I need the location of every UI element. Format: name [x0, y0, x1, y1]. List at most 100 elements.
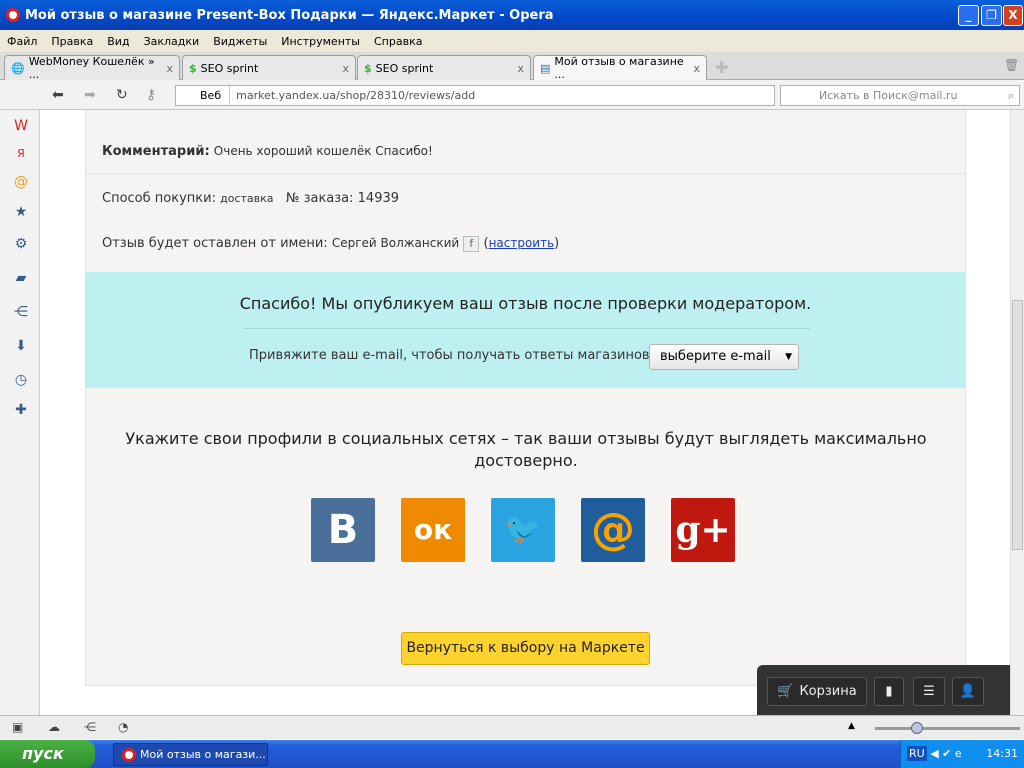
- purchase-method: доставка: [220, 192, 274, 205]
- odnoklassniki-button[interactable]: ок: [401, 498, 465, 562]
- bookmark-button[interactable]: ▮: [874, 677, 904, 706]
- menu-widgets[interactable]: Виджеты: [206, 35, 274, 48]
- close-tab-icon[interactable]: x: [342, 62, 349, 75]
- forward-icon[interactable]: ➡: [84, 87, 96, 103]
- tab-seo-sprint-1[interactable]: $ SEO sprint x: [182, 55, 356, 80]
- menu-bookmarks[interactable]: Закладки: [137, 35, 207, 48]
- menu-help[interactable]: Справка: [367, 35, 429, 48]
- social-prompt: Укажите свои профили в социальных сетях …: [125, 429, 927, 470]
- purchase-label: Способ покупки:: [102, 191, 216, 206]
- list-icon: ☰: [923, 684, 935, 699]
- close-tab-icon[interactable]: x: [693, 62, 700, 75]
- opera-icon: [6, 8, 20, 22]
- thanks-message: Спасибо! Мы опубликуем ваш отзыв после п…: [239, 294, 812, 313]
- language-indicator[interactable]: RU: [907, 746, 927, 761]
- share-icon[interactable]: ⋲: [13, 304, 29, 320]
- vk-icon: B: [327, 507, 359, 553]
- url-field[interactable]: Веб market.yandex.ua/shop/28310/reviews/a…: [175, 85, 775, 106]
- at-icon: @: [591, 504, 635, 555]
- star-icon[interactable]: ★: [13, 204, 29, 220]
- seosprint-icon: $: [364, 61, 372, 75]
- scope-label: Веб: [176, 86, 231, 105]
- google-plus-icon: g+: [675, 509, 731, 551]
- search-icon[interactable]: ⌕: [1008, 89, 1019, 103]
- window-title: Мой отзыв о магазине Present-Box Подарки…: [25, 7, 554, 23]
- settings-link[interactable]: настроить: [489, 236, 555, 250]
- comment-text: Очень хороший кошелёк Спасибо!: [213, 144, 433, 158]
- back-icon[interactable]: ⬅: [52, 87, 64, 103]
- page-icon: ▤: [540, 61, 551, 75]
- cart-icon: 🛒: [777, 684, 794, 699]
- reload-icon[interactable]: ↻: [116, 87, 128, 103]
- clock: 14:31: [986, 747, 1018, 760]
- email-prompt: Привяжите ваш e-mail, чтобы получать отв…: [249, 348, 650, 363]
- email-select[interactable]: выберите e-mail ▼: [649, 344, 799, 370]
- google-plus-button[interactable]: g+: [671, 498, 735, 562]
- search-input[interactable]: Искать в Поиск@mail.ru ⌕: [780, 85, 1020, 106]
- author-name: Сергей Волжанский: [331, 236, 460, 250]
- close-tab-icon[interactable]: x: [166, 62, 173, 75]
- title-bar: Мой отзыв о магазине Present-Box Подарки…: [0, 0, 1024, 30]
- seosprint-icon: $: [189, 61, 197, 75]
- tab-review[interactable]: ▤ Мой отзыв о магазине ... x: [533, 55, 707, 81]
- taskbar-opera-window[interactable]: Мой отзыв о магази...: [113, 743, 268, 766]
- globe-icon: 🌐: [11, 61, 25, 75]
- speed-dial-icon[interactable]: ◔: [118, 720, 128, 734]
- yandex-icon[interactable]: Я: [13, 146, 29, 162]
- gear-icon[interactable]: ⚙: [13, 236, 29, 252]
- menu-tools[interactable]: Инструменты: [274, 35, 367, 48]
- new-tab-button[interactable]: ✚: [715, 58, 728, 77]
- scrollbar-thumb[interactable]: [1012, 300, 1023, 550]
- twitter-icon: 🐦: [504, 512, 542, 547]
- tab-bar: 🌐 WebMoney Кошелёк » ... x $ SEO sprint x $ S…: [0, 52, 1024, 81]
- chevron-down-icon: ▼: [785, 352, 792, 362]
- download-icon[interactable]: ⬇: [13, 338, 29, 354]
- unite-icon[interactable]: ⋲: [84, 720, 96, 734]
- webmoney-icon[interactable]: W: [13, 118, 29, 134]
- panel-toggle-icon[interactable]: ▣: [12, 720, 23, 734]
- menu-edit[interactable]: Правка: [44, 35, 100, 48]
- taskbar: пуск Мой отзыв о магази... RU ◀ ✔ e 14:3…: [0, 740, 1024, 768]
- comment-label: Комментарий:: [102, 144, 210, 159]
- history-icon[interactable]: ◷: [13, 372, 29, 388]
- vk-button[interactable]: B: [311, 498, 375, 562]
- menu-file[interactable]: Файл: [0, 35, 44, 48]
- market-toolbar: 🛒 Корзина ▮ ☰ 👤: [757, 665, 1010, 717]
- menu-view[interactable]: Вид: [100, 35, 136, 48]
- zoom-slider-handle[interactable]: [911, 722, 923, 734]
- bookmark-icon: ▮: [885, 684, 893, 699]
- twitter-button[interactable]: 🐦: [491, 498, 555, 562]
- cloud-icon[interactable]: ☁: [48, 720, 60, 734]
- order-number: № заказа: 14939: [285, 191, 400, 206]
- close-button[interactable]: X: [1003, 5, 1023, 26]
- zoom-up-icon[interactable]: ▲: [848, 721, 855, 731]
- mail-ru-button[interactable]: @: [581, 498, 645, 562]
- back-to-market-button[interactable]: Вернуться к выбору на Маркете: [401, 632, 650, 665]
- start-button[interactable]: пуск: [0, 740, 95, 768]
- note-icon[interactable]: ▰: [13, 270, 29, 286]
- author-label: Отзыв будет оставлен от имени:: [102, 236, 328, 251]
- side-panel: W Я @ ★ ⚙ ▰ ⋲ ⬇ ◷ ✚: [0, 110, 40, 715]
- scrollbar[interactable]: [1010, 110, 1024, 715]
- list-button[interactable]: ☰: [913, 677, 945, 706]
- maximize-button[interactable]: ❐: [981, 5, 1002, 26]
- key-icon[interactable]: ⚷: [146, 87, 156, 103]
- add-panel-icon[interactable]: ✚: [13, 402, 29, 418]
- odnoklassniki-icon: ок: [413, 513, 453, 546]
- system-tray: RU ◀ ✔ e 14:31: [900, 740, 1024, 768]
- tab-seo-sprint-2[interactable]: $ SEO sprint x: [357, 55, 531, 80]
- trash-icon[interactable]: 🗑: [1004, 58, 1019, 72]
- moderation-notice: Спасибо! Мы опубликуем ваш отзыв после п…: [86, 272, 965, 388]
- tab-webmoney[interactable]: 🌐 WebMoney Кошелёк » ... x: [4, 55, 180, 81]
- review-card: Комментарий: Очень хороший кошелёк Спаси…: [85, 110, 966, 686]
- opera-icon: [122, 748, 136, 762]
- mail-icon[interactable]: @: [13, 174, 29, 190]
- user-button[interactable]: 👤: [952, 677, 984, 706]
- menu-bar: Файл Правка Вид Закладки Виджеты Инструменты С…: [0, 30, 1024, 52]
- cart-button[interactable]: 🛒 Корзина: [767, 677, 867, 706]
- minimize-button[interactable]: _: [958, 5, 979, 26]
- address-bar: ⬅ ➡ ↻ ⚷ Веб market.yandex.ua/shop/28310/r…: [0, 80, 1024, 110]
- close-tab-icon[interactable]: x: [517, 62, 524, 75]
- zoom-slider[interactable]: [875, 727, 1020, 730]
- status-bar: ▣ ☁ ⋲ ◔ ▲: [0, 715, 1024, 739]
